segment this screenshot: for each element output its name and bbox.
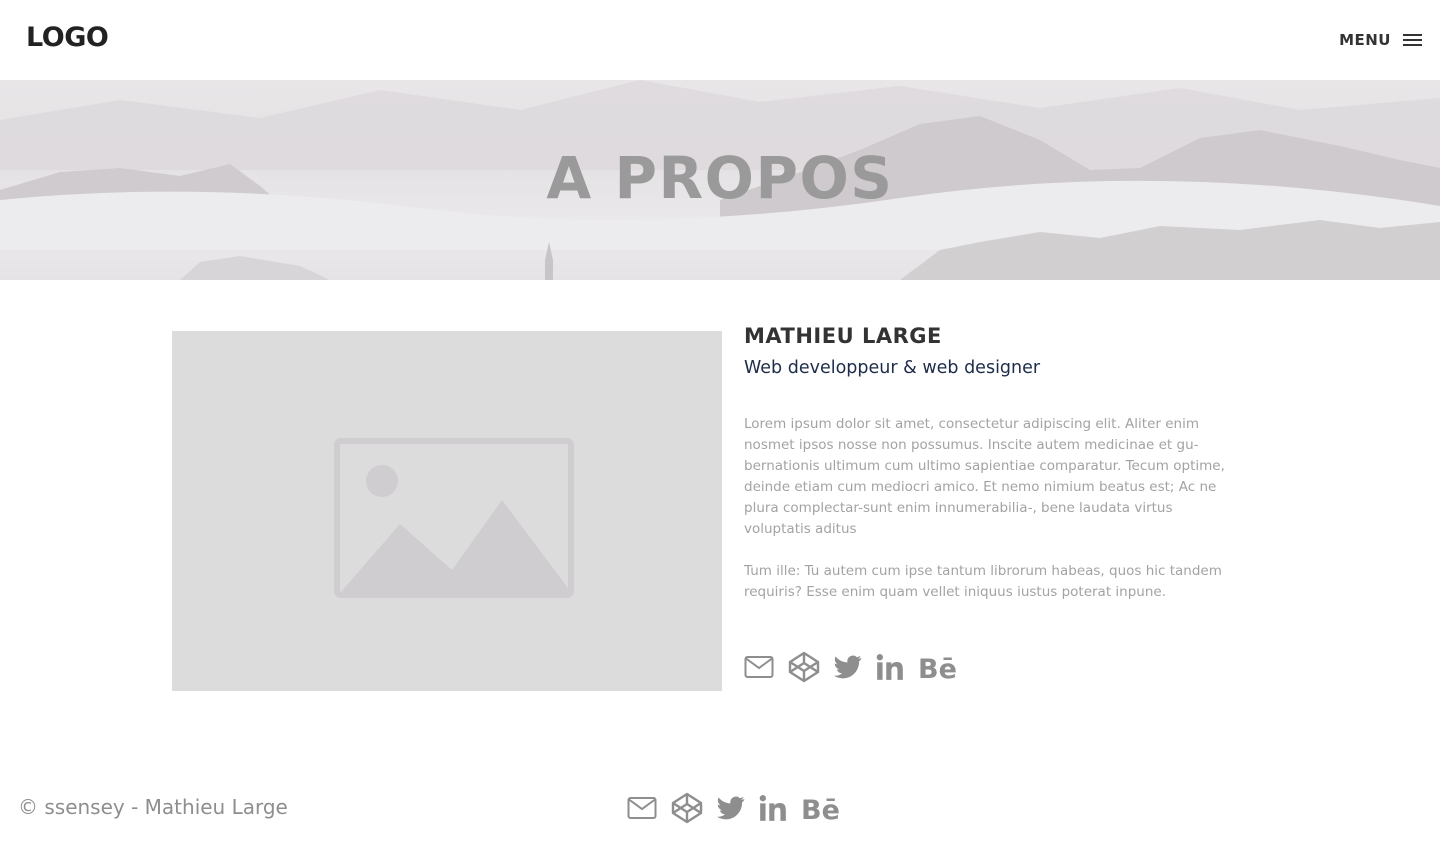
profile-role: Web developpeur & web designer <box>744 358 1041 378</box>
bio-paragraph: Lorem ipsum dolor sit amet, consectetur … <box>744 416 1225 537</box>
footer-social-links: Bē <box>627 792 839 824</box>
footer-copyright: © ssensey - Mathieu Large <box>18 795 288 819</box>
twitter-icon[interactable] <box>834 655 862 679</box>
linkedin-icon[interactable] <box>759 794 787 822</box>
linkedin-icon[interactable] <box>876 653 904 681</box>
page-title: A PROPOS <box>546 144 894 212</box>
profile-social-links: Bē <box>744 651 956 683</box>
menu-label: MENU <box>1339 31 1391 49</box>
hero-banner: A PROPOS <box>0 80 1440 280</box>
bio-paragraph: Tum ille: Tu autem cum ipse tantum libro… <box>744 563 1222 600</box>
svg-text:Bē: Bē <box>801 795 839 822</box>
mail-icon[interactable] <box>744 652 774 682</box>
svg-text:Bē: Bē <box>918 654 956 681</box>
logo[interactable]: LOGO <box>26 22 109 53</box>
image-placeholder-icon <box>334 438 574 598</box>
profile-bio: Lorem ipsum dolor sit amet, consectetur … <box>744 414 1234 603</box>
behance-icon[interactable]: Bē <box>918 653 956 681</box>
menu-button[interactable]: MENU <box>1339 30 1422 50</box>
mail-icon[interactable] <box>627 793 657 823</box>
codepen-icon[interactable] <box>788 651 820 683</box>
behance-icon[interactable]: Bē <box>801 794 839 822</box>
codepen-icon[interactable] <box>671 792 703 824</box>
hamburger-icon <box>1403 34 1422 46</box>
twitter-icon[interactable] <box>717 796 745 820</box>
profile-photo-placeholder <box>172 331 722 691</box>
profile-info: MATHIEU LARGE Web developpeur & web desi… <box>744 324 1244 603</box>
site-header: LOGO MENU <box>0 0 1440 80</box>
profile-name: MATHIEU LARGE <box>744 324 942 348</box>
